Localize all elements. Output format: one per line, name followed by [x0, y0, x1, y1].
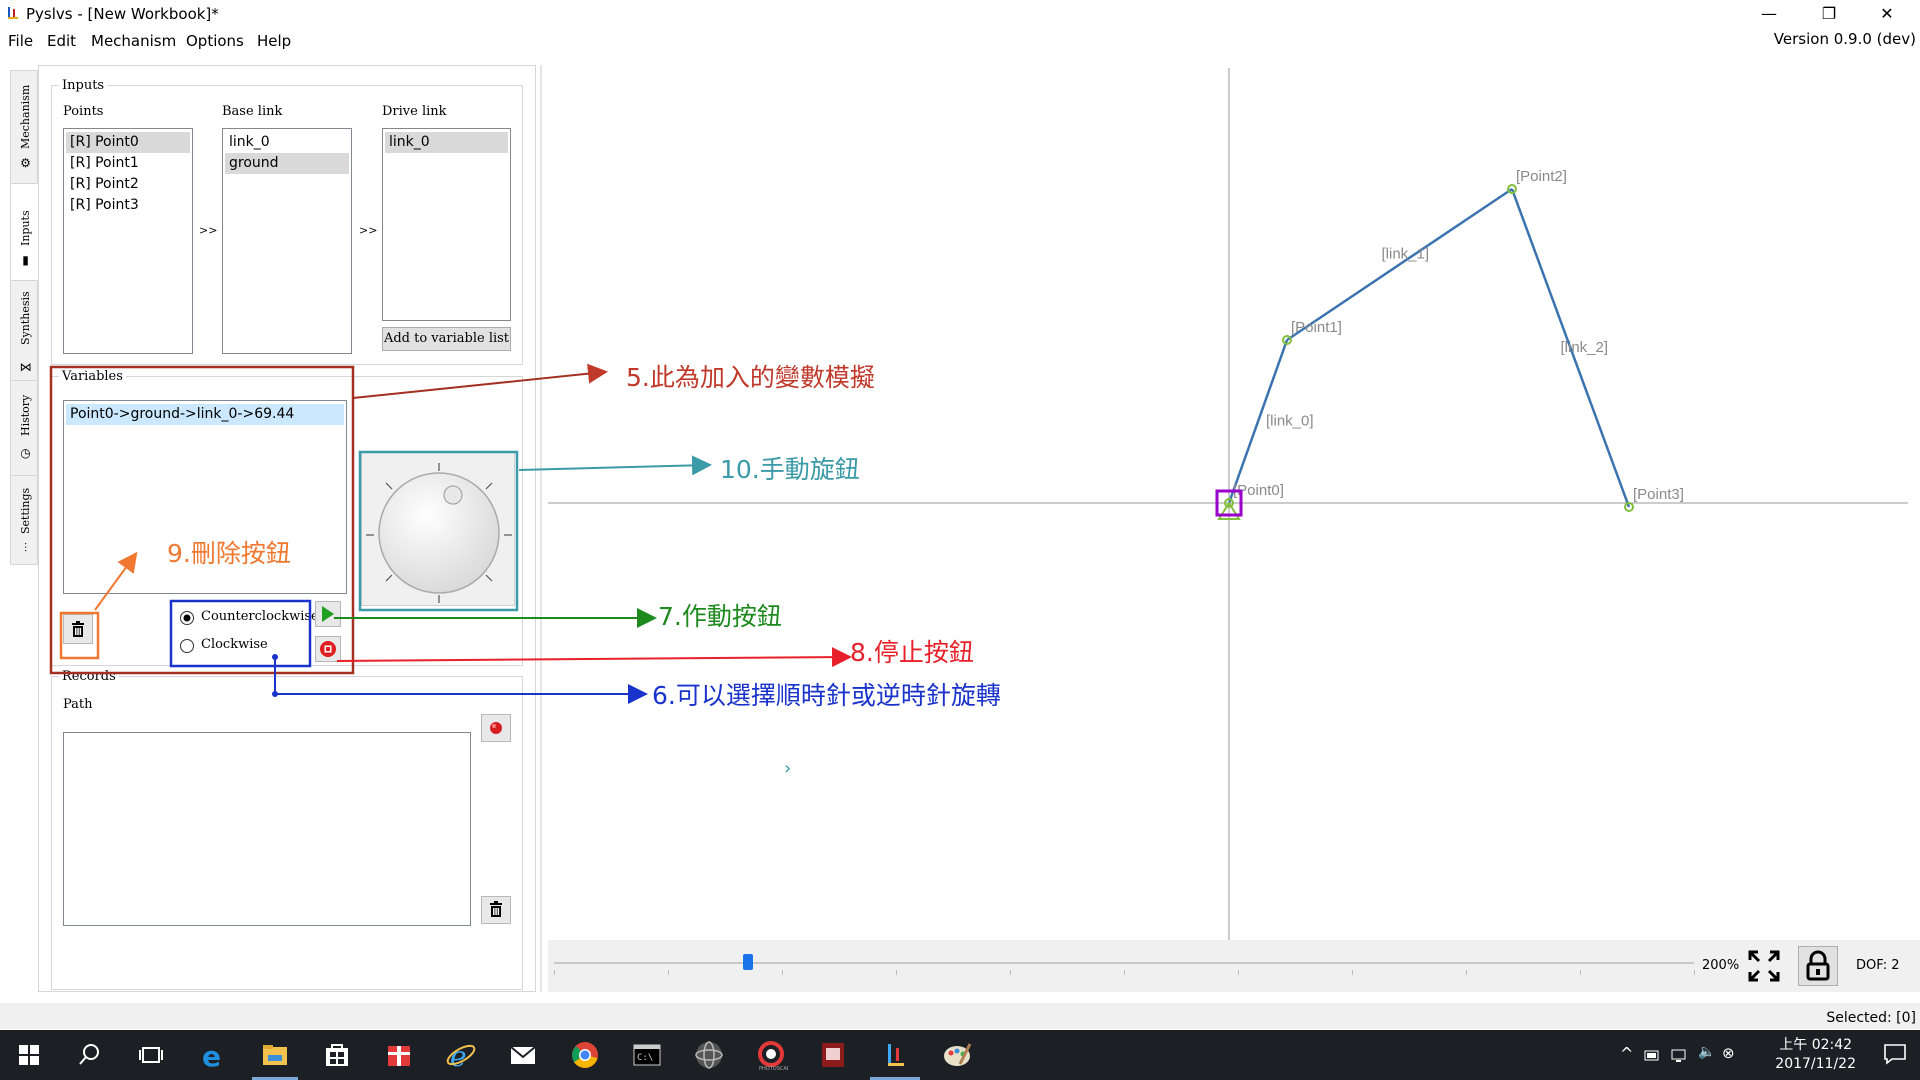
annotation-5: 5.此為加入的變數模擬 [626, 363, 875, 392]
variables-highlight [49, 365, 355, 675]
chevron-up-icon[interactable]: ^ [1620, 1044, 1633, 1063]
taskbar: e e C:\ PHOTOSCAPE ^ 🔈 ⊗ [0, 1030, 1920, 1080]
notification-button[interactable] [1882, 1042, 1908, 1066]
svg-text:PHOTOSCAPE: PHOTOSCAPE [759, 1066, 788, 1072]
volume-icon[interactable]: 🔈 [1698, 1044, 1715, 1060]
annotation-6: 6.可以選擇順時針或逆時針旋轉 [652, 681, 1001, 710]
delete-highlight [59, 611, 100, 660]
paint-icon[interactable] [940, 1038, 974, 1072]
game-icon[interactable] [816, 1038, 850, 1072]
annotation-9: 9.刪除按鈕 [167, 539, 291, 568]
clock-time: 上午 02:42 [1779, 1037, 1853, 1053]
svg-text:C:\: C:\ [637, 1053, 653, 1063]
gift-icon[interactable] [382, 1038, 416, 1072]
clock-date: 2017/11/22 [1775, 1056, 1856, 1072]
pyslvs-icon[interactable] [878, 1038, 912, 1072]
task-view-icon[interactable] [134, 1038, 168, 1072]
ie-icon[interactable]: e [444, 1038, 478, 1073]
notification-icon [1884, 1044, 1906, 1065]
sphere-icon[interactable] [692, 1038, 726, 1072]
annotation-10: 10.手動旋鈕 [720, 455, 860, 484]
annotation-8: 8.停止按鈕 [850, 638, 974, 667]
terminal-icon[interactable]: C:\ [630, 1038, 664, 1072]
battery-icon[interactable] [1644, 1049, 1660, 1063]
close-circle-icon[interactable]: ⊗ [1722, 1044, 1735, 1062]
windows-start-icon[interactable] [12, 1038, 46, 1072]
dial-highlight [358, 450, 519, 612]
search-icon[interactable] [72, 1038, 106, 1072]
file-explorer-icon[interactable] [258, 1038, 292, 1072]
app-icon[interactable]: PHOTOSCAPE [754, 1038, 793, 1072]
system-tray: ^ 🔈 ⊗ [1620, 1044, 1750, 1068]
chrome-icon[interactable] [568, 1038, 602, 1072]
annotation-7: 7.作動按鈕 [658, 602, 782, 631]
store-icon[interactable] [320, 1038, 354, 1072]
svg-text:e: e [450, 1040, 467, 1072]
mail-icon[interactable] [506, 1038, 540, 1072]
direction-highlight [169, 599, 312, 668]
network-icon[interactable] [1670, 1048, 1688, 1064]
edge-icon[interactable]: e [196, 1038, 230, 1073]
svg-text:e: e [202, 1040, 221, 1072]
taskbar-clock[interactable]: 上午 02:42 2017/11/22 [1775, 1036, 1856, 1074]
